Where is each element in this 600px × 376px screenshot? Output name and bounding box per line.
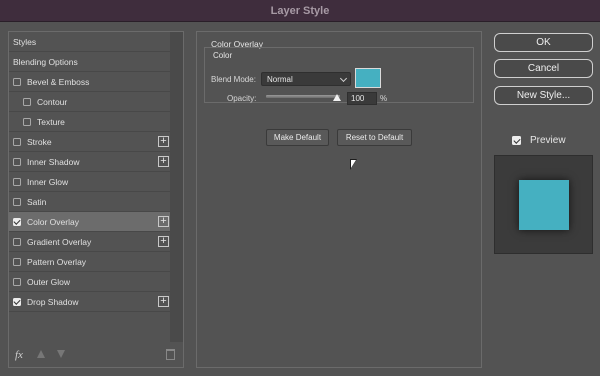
style-item-pattern-overlay[interactable]: Pattern Overlay	[9, 252, 171, 272]
style-checkbox[interactable]	[13, 77, 21, 86]
add-effect-icon[interactable]: +	[158, 156, 169, 167]
style-item-styles[interactable]: Styles	[9, 32, 171, 52]
mouse-cursor-icon	[350, 159, 357, 170]
style-item-contour[interactable]: Contour	[9, 92, 171, 112]
style-item-label: Stroke	[27, 136, 52, 147]
new-style-label: New Style...	[516, 90, 571, 101]
style-item-label: Inner Glow	[27, 176, 69, 187]
blend-mode-label: Blend Mode:	[211, 75, 256, 84]
group-title: Color	[210, 51, 236, 60]
blend-mode-value: Normal	[267, 74, 293, 84]
style-item-label: Styles	[13, 36, 37, 47]
style-list-scrollbar[interactable]	[170, 32, 183, 342]
move-up-icon[interactable]	[37, 350, 45, 358]
style-item-bevel-emboss[interactable]: Bevel & Emboss	[9, 72, 171, 92]
make-default-button[interactable]: Make Default	[266, 129, 329, 146]
add-effect-icon[interactable]: +	[158, 216, 169, 227]
overlay-color-swatch[interactable]	[355, 68, 381, 88]
add-effect-icon[interactable]: +	[158, 136, 169, 147]
title-bar: Layer Style	[0, 0, 600, 22]
style-checkbox[interactable]	[13, 177, 21, 186]
style-item-label: Bevel & Emboss	[27, 76, 90, 87]
style-item-texture[interactable]: Texture	[9, 112, 171, 132]
opacity-slider-thumb[interactable]	[333, 94, 341, 101]
ok-button[interactable]: OK	[494, 33, 593, 52]
preview-toggle[interactable]: Preview	[512, 135, 566, 146]
style-checkbox[interactable]	[13, 217, 21, 226]
layer-style-dialog: Styles Blending Options Bevel & Emboss Cont…	[0, 22, 600, 376]
fx-button[interactable]: fx	[15, 349, 23, 361]
move-down-icon[interactable]	[57, 350, 65, 358]
style-item-outer-glow[interactable]: Outer Glow	[9, 272, 171, 292]
style-item-label: Drop Shadow	[27, 296, 79, 307]
preview-checkbox[interactable]	[512, 136, 521, 145]
style-checkbox[interactable]	[13, 197, 21, 206]
trash-icon[interactable]	[166, 349, 175, 360]
style-item-satin[interactable]: Satin	[9, 192, 171, 212]
style-item-label: Inner Shadow	[27, 156, 80, 167]
style-item-stroke[interactable]: Stroke +	[9, 132, 171, 152]
preview-label: Preview	[530, 135, 566, 146]
style-item-label: Pattern Overlay	[27, 256, 87, 267]
style-checkbox[interactable]	[13, 257, 21, 266]
style-preview	[494, 155, 593, 254]
style-checkbox[interactable]	[13, 137, 21, 146]
opacity-slider-track[interactable]	[266, 95, 340, 98]
add-effect-icon[interactable]: +	[158, 296, 169, 307]
style-item-inner-glow[interactable]: Inner Glow	[9, 172, 171, 192]
style-item-label: Texture	[37, 116, 65, 127]
style-checkbox[interactable]	[23, 97, 31, 106]
new-style-button[interactable]: New Style...	[494, 86, 593, 105]
style-item-label: Color Overlay	[27, 216, 79, 227]
reset-default-label: Reset to Default	[345, 133, 404, 142]
style-checkbox[interactable]	[13, 277, 21, 286]
reset-to-default-button[interactable]: Reset to Default	[337, 129, 412, 146]
opacity-unit: %	[380, 94, 388, 103]
style-item-blending-options[interactable]: Blending Options	[9, 52, 171, 72]
style-item-label: Gradient Overlay	[27, 236, 92, 247]
ok-label: OK	[536, 37, 551, 48]
style-item-label: Contour	[37, 96, 68, 107]
style-item-inner-shadow[interactable]: Inner Shadow +	[9, 152, 171, 172]
style-checkbox[interactable]	[13, 237, 21, 246]
style-checkbox[interactable]	[13, 157, 21, 166]
make-default-label: Make Default	[273, 133, 322, 142]
color-overlay-panel: Color Overlay Color Blend Mode: Normal O…	[196, 31, 482, 368]
opacity-label: Opacity:	[227, 94, 257, 103]
style-item-gradient-overlay[interactable]: Gradient Overlay +	[9, 232, 171, 252]
chevron-down-icon	[339, 74, 348, 83]
add-effect-icon[interactable]: +	[158, 236, 169, 247]
window-title: Layer Style	[270, 4, 330, 17]
style-list-footer: fx	[9, 343, 183, 367]
style-item-color-overlay[interactable]: Color Overlay +	[9, 212, 171, 232]
style-item-label: Satin	[27, 196, 47, 207]
preview-swatch	[519, 180, 569, 230]
cancel-button[interactable]: Cancel	[494, 59, 593, 78]
style-checkbox[interactable]	[13, 297, 21, 306]
style-item-label: Blending Options	[13, 56, 78, 67]
style-item-drop-shadow[interactable]: Drop Shadow +	[9, 292, 171, 312]
style-list: Styles Blending Options Bevel & Emboss Cont…	[9, 32, 171, 312]
blend-mode-select[interactable]: Normal	[261, 72, 351, 86]
style-list-panel: Styles Blending Options Bevel & Emboss Cont…	[8, 31, 184, 368]
opacity-value: 100	[351, 94, 365, 103]
opacity-input[interactable]: 100	[347, 92, 377, 105]
style-checkbox[interactable]	[23, 117, 31, 126]
cancel-label: Cancel	[527, 63, 560, 74]
style-item-label: Outer Glow	[27, 276, 70, 287]
